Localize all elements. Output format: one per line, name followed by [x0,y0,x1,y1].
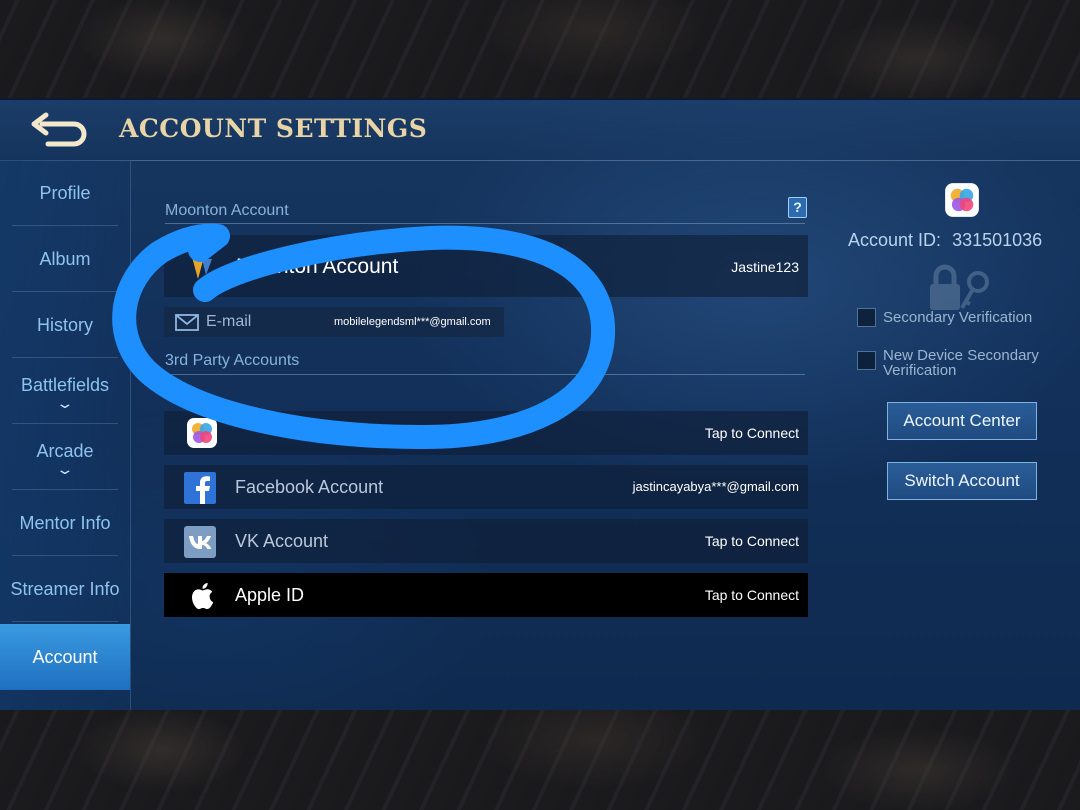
connect-status: Tap to Connect [704,533,799,549]
sidebar-item-label: History [36,314,93,335]
game-center-icon [945,183,979,217]
chevron-down-icon: ⌄ [55,460,75,477]
connect-status: Tap to Connect [704,425,799,441]
account-id-value: 331501036 [952,230,1043,250]
mail-icon [175,314,199,331]
sidebar-item-label: Battlefields [20,374,110,395]
third-party-section-label: 3rd Party Accounts [165,352,300,369]
vk-account-label: VK Account [235,531,329,551]
sidebar-item-label: Arcade [36,440,94,461]
chevron-down-icon: ⌄ [55,394,75,411]
new-device-verification-label: New Device Secondary Verification [883,348,1039,378]
secondary-verification-label: Secondary Verification [883,309,1033,326]
apple-id-label: Apple ID [235,585,305,605]
sidebar-item-label: Streamer Info [10,578,120,599]
facebook-account-email: jastincayabya***@gmail.com [632,479,799,494]
help-button[interactable]: ? [788,197,807,218]
game-center-icon [187,418,217,448]
account-id: Account ID: 331501036 [848,230,1042,251]
decorative-frame-top [0,0,1080,98]
game-screen: ACCOUNT SETTINGS Profile Album History B… [0,98,1080,712]
account-center-button[interactable]: Account Center [887,402,1037,440]
back-arrow-icon [31,112,87,147]
facebook-account-row[interactable]: Facebook Account jastincayabya***@gmail.… [164,465,808,509]
moonton-account-row[interactable]: Moonton Account Jastine123 [164,235,808,297]
sidebar-item-label: Mentor Info [19,512,111,533]
header-bar: ACCOUNT SETTINGS [0,100,1080,161]
email-row[interactable]: E-mail mobilelegendsml***@gmail.com [164,307,504,337]
page-title: ACCOUNT SETTINGS [119,114,428,143]
sidebar-item-battlefields[interactable]: Battlefields ⌄ [0,358,130,424]
sidebar-item-streamer-info[interactable]: Streamer Info [0,556,130,622]
account-id-label: Account ID: [848,230,942,250]
new-device-verification-checkbox[interactable] [857,351,876,370]
back-button[interactable] [28,112,92,148]
moonton-account-label: Moonton Account [236,255,399,278]
moonton-username: Jastine123 [731,259,799,275]
sidebar: Profile Album History Battlefields ⌄ Arc… [0,160,131,712]
sidebar-item-label: Profile [39,182,91,203]
sidebar-item-album[interactable]: Album [0,226,130,292]
sidebar-item-profile[interactable]: Profile [0,160,130,226]
secondary-verification-checkbox[interactable] [857,308,876,327]
sidebar-item-history[interactable]: History [0,292,130,358]
facebook-icon [184,472,216,504]
decorative-frame-bottom [0,710,1080,810]
switch-account-button[interactable]: Switch Account [887,462,1037,500]
sidebar-item-label: Album [39,248,91,269]
section-divider [165,374,805,375]
account-info-panel: Account ID: 331501036 Secondary Verifica… [830,160,1080,712]
section-divider [165,223,805,224]
vk-account-row[interactable]: VK Account Tap to Connect [164,519,808,563]
apple-id-row[interactable]: Apple ID Tap to Connect [164,573,808,617]
facebook-account-label: Facebook Account [235,477,384,497]
moonton-section-label: Moonton Account [165,202,289,219]
game-center-account-row[interactable]: Tap to Connect [164,411,808,455]
sidebar-item-label: Account [32,646,98,667]
sidebar-item-arcade[interactable]: Arcade ⌄ [0,424,130,490]
sidebar-item-mentor-info[interactable]: Mentor Info [0,490,130,556]
account-main-panel: Moonton Account ? Moonton Account Jastin… [130,160,830,712]
email-value: mobilelegendsml***@gmail.com [334,316,491,328]
vk-icon [184,526,216,558]
email-label: E-mail [206,313,252,330]
sidebar-item-account[interactable]: Account [0,624,130,690]
apple-icon [192,582,214,610]
connect-status: Tap to Connect [704,587,799,603]
moonton-logo-icon [192,257,212,279]
new-device-label-line2: Verification [883,362,957,379]
